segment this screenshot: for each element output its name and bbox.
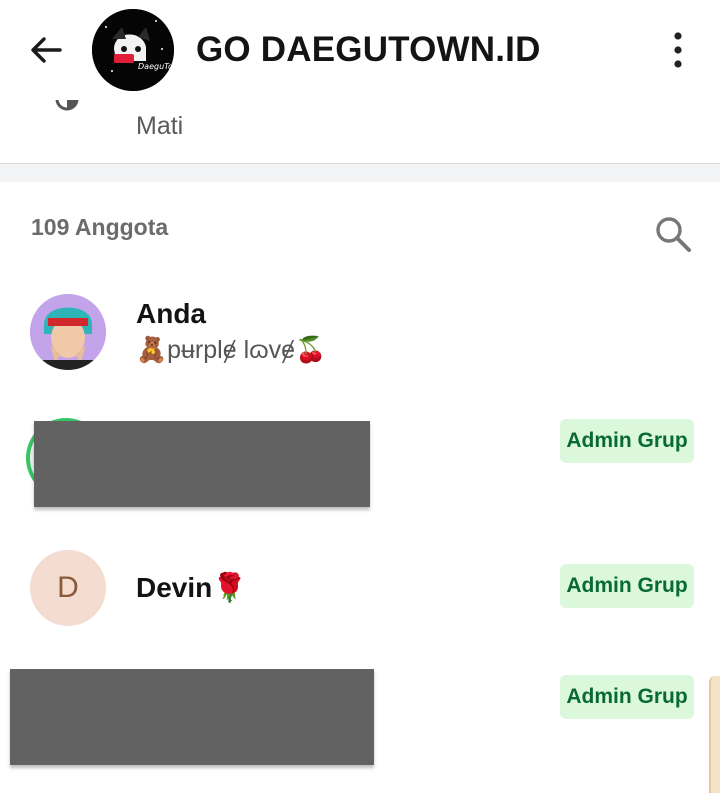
member-name: Devin🌹 [136,572,248,603]
section-divider [0,163,720,182]
redacted-member-info [34,421,370,507]
member-name: Anda [136,298,206,329]
disappearing-messages-value: Mati [136,112,184,140]
member-status: 🧸pʉrplɇ lɷvɇ🍒 [136,336,327,364]
admin-badge: Admin Grup [560,564,694,608]
member-count: 109 Anggota [31,214,169,240]
admin-badge: Admin Grup [560,419,694,463]
timer-icon [55,100,79,111]
group-logo-text: DaeguTown.id [138,62,174,71]
more-options-icon[interactable] [668,30,688,70]
redacted-member-info [10,669,374,765]
back-arrow-icon[interactable] [26,30,66,70]
avatar[interactable] [30,294,106,370]
admin-badge: Admin Grup [560,675,694,719]
group-avatar[interactable]: DaeguTown.id [92,9,174,91]
app-header: DaeguTown.id GO DAEGUTOWN.ID [0,0,720,100]
avatar[interactable]: D [30,550,106,626]
group-logo-icon: DaeguTown.id [92,9,174,91]
group-title[interactable]: GO DAEGUTOWN.ID [196,30,541,70]
partial-edge-element [709,676,720,793]
profile-photo-icon [30,294,106,370]
disappearing-messages-row[interactable]: Mati [0,100,720,163]
search-icon[interactable] [652,213,694,255]
